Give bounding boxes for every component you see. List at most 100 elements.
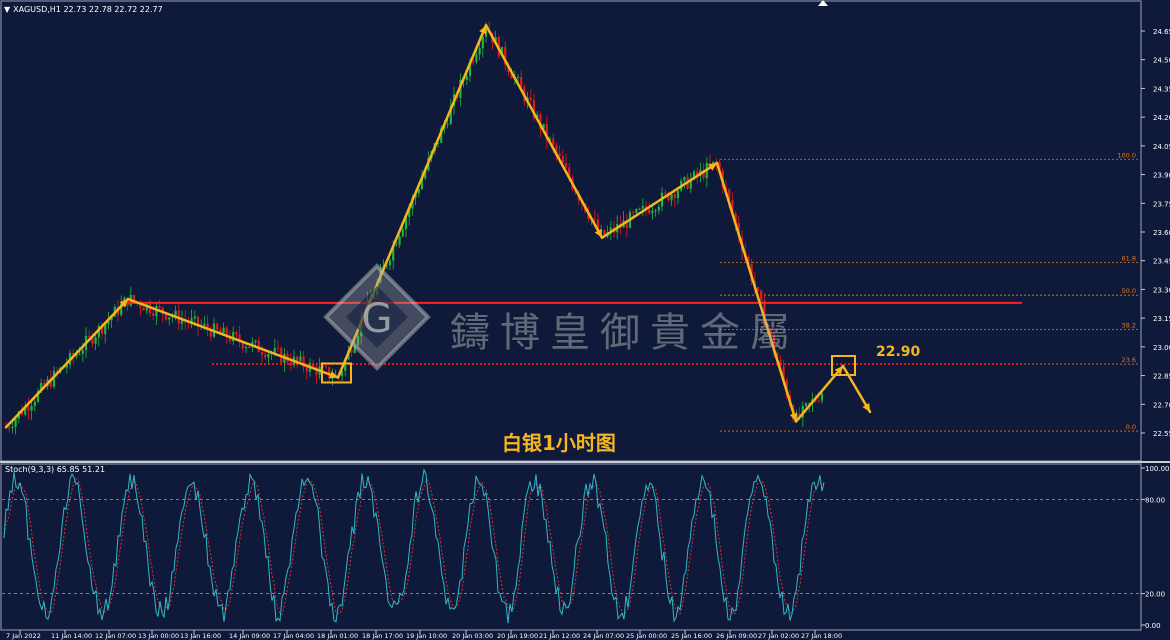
time-tick-label: 20 Jan 03:00	[452, 632, 493, 640]
wave-segment	[4, 297, 130, 429]
price-tick-label: 22.70	[1153, 401, 1170, 409]
candle	[689, 172, 692, 193]
price-tick-label: 23.90	[1153, 172, 1170, 180]
candle	[27, 397, 30, 420]
candle	[200, 319, 203, 330]
candle-body	[520, 76, 523, 88]
candle-body	[820, 393, 824, 401]
candle-body	[235, 332, 238, 335]
dropdown-triangle-icon[interactable]: ▼	[4, 5, 10, 14]
wave-segment	[600, 161, 719, 239]
main-pane-frame	[0, 0, 1142, 462]
candle-body	[267, 353, 270, 358]
candle-body	[264, 354, 267, 358]
candle	[238, 325, 241, 348]
stoch-pane-frame	[0, 463, 1142, 631]
candle	[212, 317, 216, 339]
fib-level-label: 0.0	[1126, 423, 1136, 431]
candle	[520, 70, 523, 88]
candle	[398, 234, 401, 248]
candle	[216, 322, 219, 332]
candle-body	[94, 337, 97, 344]
price-tick-label: 23.00	[1153, 344, 1170, 352]
candle-body	[88, 335, 91, 337]
wave-segment	[126, 297, 340, 379]
candle	[248, 346, 251, 348]
candle-body	[254, 340, 257, 342]
candle	[94, 333, 97, 351]
candle-body	[683, 177, 686, 181]
time-tick-label: 7 Jan 2022	[6, 632, 41, 640]
wave-segment	[484, 24, 604, 239]
candle-body	[8, 427, 11, 429]
candle-body	[395, 244, 398, 246]
target-price-label: 22.90	[876, 344, 921, 360]
stoch-tick-label: 100.00	[1145, 465, 1170, 473]
candle	[641, 198, 644, 217]
candle-body	[654, 210, 657, 212]
candle-body	[481, 36, 484, 49]
symbol-info: ▼ XAGUSD,H1 22.73 22.78 22.72 22.77	[4, 5, 163, 14]
time-tick-label: 14 Jan 09:00	[229, 632, 270, 640]
fib-level-label: 23.6	[1122, 356, 1136, 364]
time-tick-label: 21 Jan 12:00	[539, 632, 580, 640]
price-tick-label: 24.65	[1153, 28, 1170, 36]
time-tick-label: 25 Jan 16:00	[671, 632, 712, 640]
candle-body	[203, 323, 206, 326]
candle-body	[164, 314, 168, 320]
fib-level-label: 100.0	[1117, 151, 1136, 159]
candle-body	[244, 346, 248, 349]
candle	[142, 306, 145, 311]
symbol-text: XAGUSD,H1 22.73 22.78 22.72 22.77	[13, 5, 163, 14]
candle	[190, 309, 193, 329]
candle-body	[27, 406, 30, 411]
fib-level-label: 61.8	[1122, 255, 1136, 263]
time-tick-label: 18 Jan 17:00	[362, 632, 403, 640]
candle-body	[760, 290, 763, 301]
candle	[104, 323, 107, 344]
candle-body	[305, 367, 308, 372]
time-tick-label: 25 Jan 00:00	[626, 632, 667, 640]
scroll-marker-icon[interactable]	[818, 0, 828, 6]
candle	[129, 286, 132, 308]
candle	[155, 302, 158, 325]
candle-body	[398, 236, 401, 245]
candle-body	[248, 346, 251, 348]
candle	[705, 157, 708, 188]
stoch-tick-label: 0.00	[1145, 622, 1161, 630]
candle-body	[78, 353, 81, 355]
candle	[267, 351, 270, 365]
candle	[673, 191, 676, 208]
fib-level-label: 38.2	[1122, 322, 1136, 330]
candle	[289, 353, 292, 371]
candle-body	[664, 192, 667, 194]
candle	[545, 115, 548, 149]
candle-body	[33, 401, 36, 407]
candle-body	[472, 61, 475, 63]
candle	[318, 357, 321, 380]
candle	[276, 340, 280, 353]
candle	[30, 401, 33, 420]
price-tick-label: 23.30	[1153, 286, 1170, 294]
candle-body	[276, 347, 280, 349]
candle	[232, 326, 235, 345]
price-tick-label: 23.60	[1153, 229, 1170, 237]
candle-body	[648, 209, 651, 214]
time-tick-label: 26 Jan 09:00	[716, 632, 757, 640]
time-tick-label: 17 Jan 04:00	[273, 632, 314, 640]
time-tick-label: 27 Jan 02:00	[758, 632, 799, 640]
candle-body	[289, 362, 292, 366]
candle-body	[804, 403, 808, 407]
candle-body	[475, 54, 478, 62]
candle	[654, 208, 657, 217]
candle-body	[142, 307, 145, 311]
candle-body	[638, 208, 641, 210]
price-tick-label: 24.35	[1153, 85, 1170, 93]
stoch-tick-label: 20.00	[1145, 591, 1165, 599]
price-tick-label: 23.45	[1153, 258, 1170, 266]
candle	[158, 299, 161, 311]
candle-body	[216, 323, 219, 330]
price-tick-label: 23.15	[1153, 315, 1170, 323]
candle	[283, 348, 286, 372]
candle-body	[552, 138, 555, 146]
